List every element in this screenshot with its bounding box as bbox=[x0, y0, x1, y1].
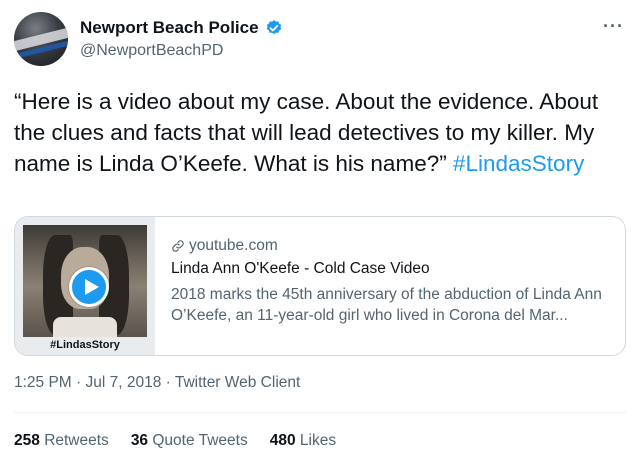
author-handle[interactable]: @NewportBeachPD bbox=[80, 42, 223, 60]
author-display-name[interactable]: Newport Beach Police bbox=[80, 18, 259, 38]
card-body: youtube.com Linda Ann O'Keefe - Cold Cas… bbox=[171, 237, 611, 326]
retweets-stat[interactable]: 258 Retweets bbox=[14, 432, 109, 450]
tweet-timestamp[interactable]: 1:25 PM · Jul 7, 2018 · Twitter Web Clie… bbox=[14, 374, 300, 392]
verified-badge-icon bbox=[266, 20, 281, 35]
card-description: 2018 marks the 45th anniversary of the a… bbox=[171, 286, 602, 324]
link-icon bbox=[172, 240, 184, 252]
author-name-row: Newport Beach Police bbox=[80, 18, 283, 38]
card-domain: youtube.com bbox=[189, 237, 278, 254]
link-preview-card[interactable]: #LindasStory youtube.com Linda Ann O'Kee… bbox=[14, 216, 626, 356]
stat-label: Retweets bbox=[44, 432, 109, 449]
tweet-header: Newport Beach Police @NewportBeachPD ··· bbox=[14, 10, 626, 66]
stat-count: 480 bbox=[269, 432, 296, 449]
stat-label: Likes bbox=[299, 432, 337, 449]
more-icon[interactable]: ··· bbox=[603, 16, 624, 37]
divider bbox=[14, 412, 626, 413]
likes-stat[interactable]: 480 Likes bbox=[270, 432, 336, 450]
stat-label: Quote Tweets bbox=[152, 432, 248, 449]
engagement-stats: 258 Retweets 36 Quote Tweets 480 Likes bbox=[14, 432, 336, 450]
card-title: Linda Ann O'Keefe - Cold Case Video bbox=[171, 260, 430, 277]
card-domain-row: youtube.com bbox=[171, 237, 611, 255]
tweet-text: “Here is a video about my case. About th… bbox=[14, 86, 626, 179]
quote-tweets-stat[interactable]: 36 Quote Tweets bbox=[131, 432, 248, 450]
play-icon[interactable] bbox=[69, 267, 109, 307]
video-thumbnail[interactable]: #LindasStory bbox=[15, 217, 155, 355]
stat-count: 36 bbox=[130, 432, 149, 449]
hashtag-link[interactable]: #LindasStory bbox=[453, 151, 584, 176]
stat-count: 258 bbox=[14, 432, 40, 449]
avatar[interactable] bbox=[14, 12, 68, 66]
thumbnail-hashtag: #LindasStory bbox=[50, 339, 120, 351]
